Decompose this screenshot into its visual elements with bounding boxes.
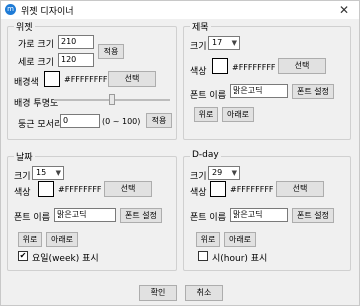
opacity-label: 배경 투명도 (14, 99, 59, 109)
radius-label: 둥근 모서리 (18, 120, 63, 130)
title-bar: m 위젯 디자이너 ✕ (1, 1, 359, 19)
date-color-label: 색상 (14, 188, 31, 198)
dday-down-button[interactable]: 아래로 (224, 232, 256, 247)
show-week-checkbox[interactable]: ✔ (18, 251, 28, 261)
date-color-value: #FFFFFFFF (58, 185, 102, 194)
chevron-down-icon: ▼ (231, 169, 237, 177)
widget-group-title: 위젯 (14, 20, 35, 33)
chevron-down-icon: ▼ (55, 169, 61, 177)
radius-range: (0 ~ 100) (102, 117, 141, 126)
title-group-title: 제목 (190, 20, 211, 33)
date-size-value: 15 (36, 168, 47, 177)
cancel-button[interactable]: 취소 (185, 285, 223, 301)
close-button[interactable]: ✕ (329, 1, 359, 19)
opacity-slider-thumb[interactable] (109, 94, 115, 105)
dday-size-label: 크기 (190, 172, 207, 182)
apply-radius-button[interactable]: 적용 (146, 113, 172, 128)
dday-group-title: D-day (190, 150, 221, 160)
width-input[interactable]: 210 (58, 35, 94, 49)
date-size-select[interactable]: 15 ▼ (32, 166, 64, 180)
bgcolor-select-button[interactable]: 선택 (108, 71, 156, 87)
show-hour-checkbox[interactable] (198, 251, 208, 261)
dday-color-swatch[interactable] (210, 181, 226, 197)
title-size-select[interactable]: 17 ▼ (208, 36, 240, 50)
date-group: 날짜 크기 15 ▼ 색상 #FFFFFFFF 선택 폰트 이름 맑은고딕 폰트… (7, 150, 177, 271)
show-hour-label: 시(hour) 표시 (212, 254, 268, 264)
title-down-button[interactable]: 아래로 (222, 107, 254, 122)
chevron-down-icon: ▼ (231, 39, 237, 47)
window-title: 위젯 디자이너 (21, 7, 74, 17)
app-icon: m (5, 4, 16, 15)
dday-up-button[interactable]: 위로 (196, 232, 220, 247)
date-font-label: 폰트 이름 (14, 213, 50, 223)
title-size-value: 17 (212, 38, 223, 47)
dday-group: D-day 크기 29 ▼ 색상 #FFFFFFFF 선택 폰트 이름 맑은고딕… (183, 150, 351, 271)
dday-font-input[interactable]: 맑은고딕 (230, 208, 288, 222)
height-label: 세로 크기 (18, 58, 54, 68)
title-font-setting-button[interactable]: 폰트 설정 (292, 84, 334, 99)
widget-group: 위젯 가로 크기 210 세로 크기 120 적용 배경색 #FFFFFFFF … (7, 20, 177, 140)
apply-size-button[interactable]: 적용 (98, 44, 124, 59)
height-input[interactable]: 120 (58, 53, 94, 67)
date-up-button[interactable]: 위로 (18, 232, 42, 247)
bgcolor-label: 배경색 (14, 78, 39, 88)
radius-input[interactable]: 0 (60, 114, 100, 128)
title-color-swatch[interactable] (212, 58, 228, 74)
date-down-button[interactable]: 아래로 (46, 232, 78, 247)
dday-color-label: 색상 (190, 188, 207, 198)
dday-color-select-button[interactable]: 선택 (276, 181, 324, 197)
bgcolor-value: #FFFFFFFF (64, 75, 108, 84)
show-week-label: 요일(week) 표시 (32, 254, 99, 264)
dday-size-select[interactable]: 29 ▼ (208, 166, 240, 180)
title-color-label: 색상 (190, 67, 207, 77)
title-size-label: 크기 (190, 42, 207, 52)
date-font-setting-button[interactable]: 폰트 설정 (120, 208, 162, 223)
title-color-value: #FFFFFFFF (232, 63, 276, 72)
widget-designer-window: m 위젯 디자이너 ✕ 위젯 가로 크기 210 세로 크기 120 적용 배경… (0, 0, 360, 306)
title-group: 제목 크기 17 ▼ 색상 #FFFFFFFF 선택 폰트 이름 맑은고딕 폰트… (183, 20, 351, 140)
dday-font-label: 폰트 이름 (190, 213, 226, 223)
ok-button[interactable]: 확인 (139, 285, 177, 301)
bgcolor-swatch[interactable] (44, 71, 60, 87)
title-color-select-button[interactable]: 선택 (278, 58, 326, 74)
dday-font-setting-button[interactable]: 폰트 설정 (292, 208, 334, 223)
date-size-label: 크기 (14, 172, 31, 182)
dday-color-value: #FFFFFFFF (230, 185, 274, 194)
date-color-select-button[interactable]: 선택 (104, 181, 152, 197)
dday-size-value: 29 (212, 168, 223, 177)
date-group-title: 날짜 (14, 150, 35, 163)
width-label: 가로 크기 (18, 40, 54, 50)
title-up-button[interactable]: 위로 (194, 107, 218, 122)
title-font-label: 폰트 이름 (190, 91, 226, 101)
title-font-input[interactable]: 맑은고딕 (230, 84, 288, 98)
date-color-swatch[interactable] (38, 181, 54, 197)
date-font-input[interactable]: 맑은고딕 (54, 208, 116, 222)
